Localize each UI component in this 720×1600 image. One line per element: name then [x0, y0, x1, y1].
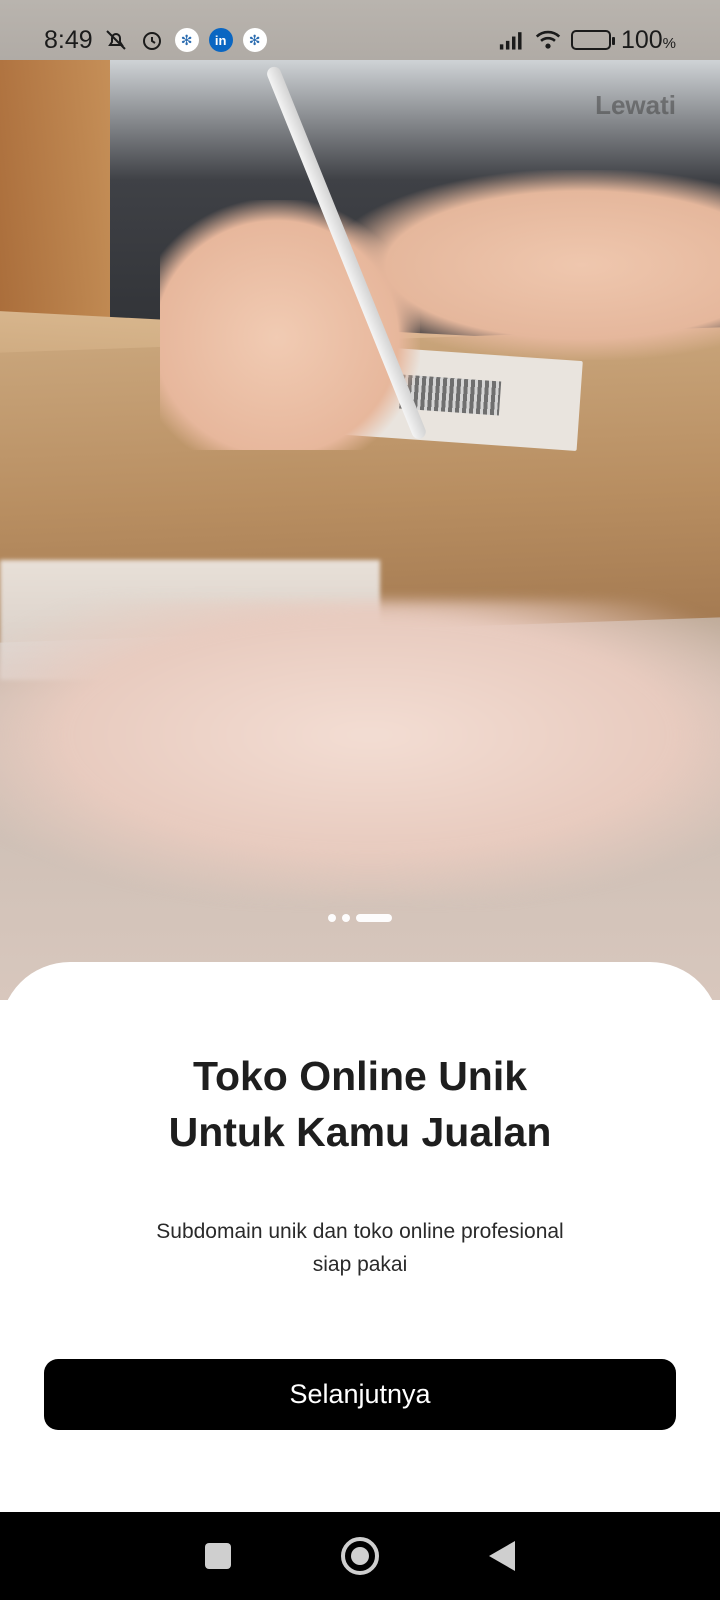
signal-icon [499, 27, 525, 53]
status-bar-right: 100% [499, 26, 676, 55]
title-line-1: Toko Online Unik [192, 1053, 528, 1099]
carousel-dot [342, 914, 350, 922]
hero-image [0, 0, 720, 1000]
onboarding-subtitle: Subdomain unik dan toko online profesion… [0, 1215, 720, 1281]
skip-button[interactable]: Lewati [595, 90, 676, 121]
subtitle-line-1: Subdomain unik dan toko online profesion… [156, 1220, 564, 1243]
battery-charging-icon [570, 30, 615, 50]
status-bar-left: 8:49 ✻ in ✻ [44, 26, 267, 55]
carousel-dot-active [356, 914, 392, 922]
alarm-icon [139, 27, 165, 53]
recents-icon[interactable] [205, 1543, 231, 1569]
next-button[interactable]: Selanjutnya [44, 1359, 676, 1430]
carousel-dot [328, 914, 336, 922]
blurred-arm [0, 600, 720, 900]
carousel-indicator [0, 914, 720, 922]
onboarding-title: Toko Online Unik Untuk Kamu Jualan [0, 1048, 720, 1160]
subtitle-line-2: siap pakai [312, 1253, 408, 1276]
app-icon: ✻ [174, 28, 199, 52]
bell-off-icon [103, 27, 129, 53]
linkedin-icon: in [208, 28, 233, 52]
app-icon: ✻ [242, 28, 267, 52]
status-time: 8:49 [44, 25, 93, 54]
home-icon[interactable] [341, 1537, 379, 1575]
wifi-icon [535, 27, 561, 53]
status-bar: 8:49 ✻ in ✻ 100% [0, 0, 720, 80]
title-line-2: Untuk Kamu Jualan [168, 1109, 552, 1155]
battery-percent: 100% [620, 25, 676, 54]
navigation-bar [0, 1512, 720, 1600]
back-icon[interactable] [489, 1541, 515, 1571]
